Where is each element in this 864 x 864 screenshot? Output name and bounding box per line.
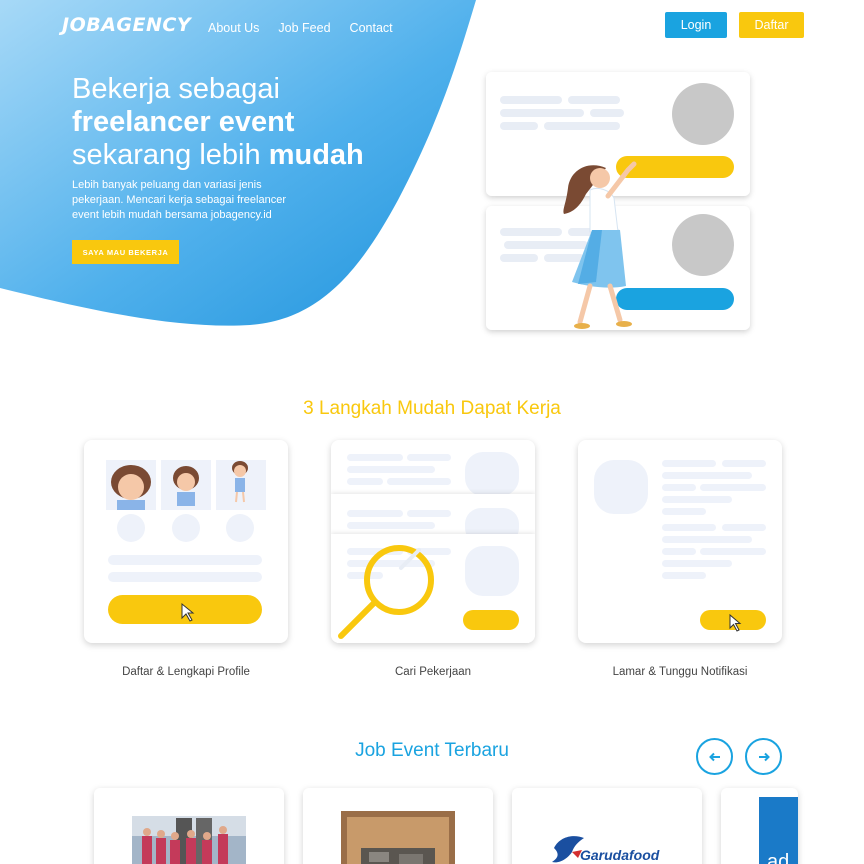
search-illustration	[331, 452, 535, 643]
job-image-food-photo	[341, 811, 455, 864]
arrow-left-icon	[708, 752, 720, 761]
nav-contact[interactable]: Contact	[350, 21, 393, 35]
nav-job-feed[interactable]: Job Feed	[278, 21, 330, 35]
job-card[interactable]	[303, 788, 493, 864]
hero-title-line3: sekarang lebih mudah	[72, 139, 364, 171]
svg-text:Garudafood: Garudafood	[580, 847, 660, 863]
steps-title: 3 Langkah Mudah Dapat Kerja	[303, 398, 561, 419]
hero-description: Lebih banyak peluang dan variasi jenis p…	[72, 179, 287, 221]
job-card[interactable]: Garudafood	[512, 788, 702, 864]
hero-title-line2: freelancer event	[72, 106, 295, 138]
hero-illustration	[486, 72, 750, 330]
arrow-right-icon	[758, 752, 770, 761]
svg-text:ad: ad	[767, 851, 789, 864]
step-card-lamar	[578, 440, 782, 643]
saya-mau-bekerja-button[interactable]: SAYA MAU BEKERJA	[72, 240, 179, 264]
step-label-lamar: Lamar & Tunggu Notifikasi	[612, 666, 748, 678]
hero-title: Bekerja sebagai freelancer event sekaran…	[72, 73, 364, 172]
apply-illustration	[594, 460, 766, 632]
job-card[interactable]: ad	[721, 788, 798, 864]
nav-about-us[interactable]: About Us	[208, 21, 259, 35]
job-image-group-photo	[132, 816, 246, 864]
job-card[interactable]	[94, 788, 284, 864]
profile-illustration	[106, 460, 266, 624]
jobs-title: Job Event Terbaru	[355, 740, 509, 761]
login-button[interactable]: Login	[665, 12, 727, 38]
carousel-prev-button[interactable]	[696, 738, 733, 775]
carousel-next-button[interactable]	[745, 738, 782, 775]
brand-logo[interactable]: JOBAGENCY	[62, 14, 191, 36]
job-image-blue-banner: ad	[759, 797, 798, 864]
daftar-button[interactable]: Daftar	[739, 12, 804, 38]
hero-title-line1: Bekerja sebagai	[72, 73, 280, 105]
step-label-cari: Cari Pekerjaan	[394, 666, 472, 678]
garudafood-logo: Garudafood	[552, 836, 660, 863]
step-label-daftar: Daftar & Lengkapi Profile	[122, 666, 250, 678]
main-nav: About Us Job Feed Contact	[208, 21, 412, 35]
step-card-daftar	[84, 440, 288, 643]
step-card-cari	[331, 440, 535, 643]
